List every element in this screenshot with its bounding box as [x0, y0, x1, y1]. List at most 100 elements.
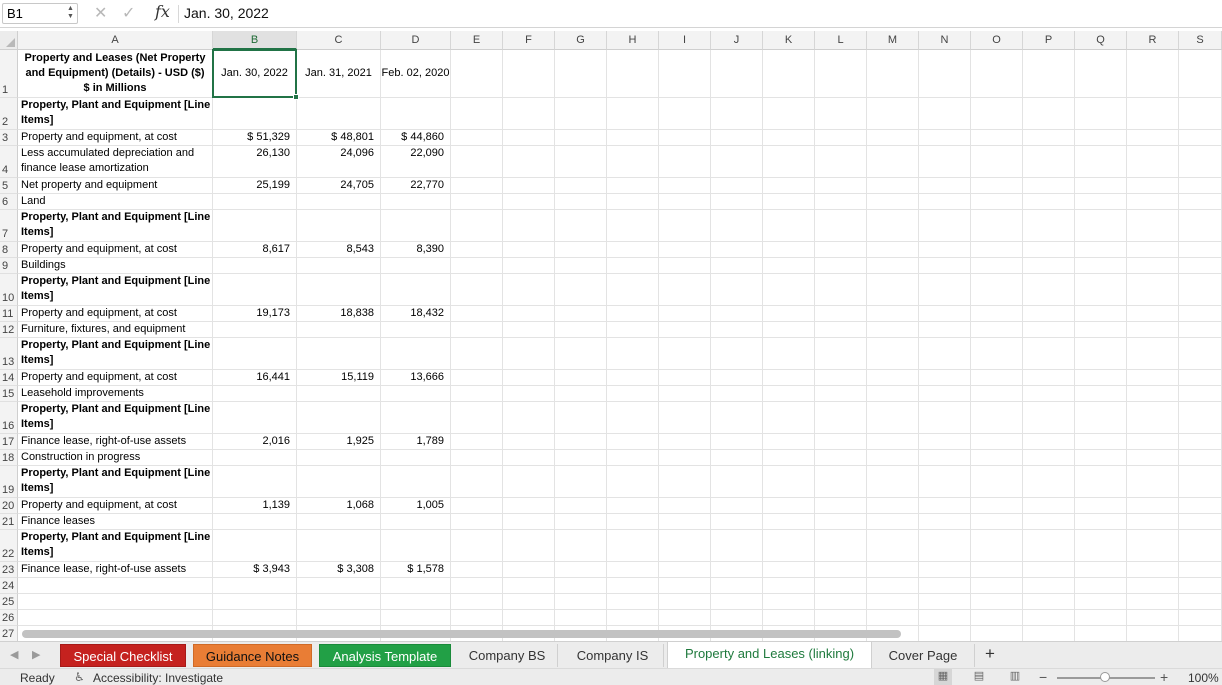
cell-e15[interactable] — [451, 386, 503, 402]
cell-j6[interactable] — [711, 194, 763, 210]
cell-f11[interactable] — [503, 306, 555, 322]
cell-i26[interactable] — [659, 610, 711, 626]
cell-j12[interactable] — [711, 322, 763, 338]
cell-b4[interactable]: 26,130 — [213, 146, 297, 178]
cell-h20[interactable] — [607, 498, 659, 514]
cell-l21[interactable] — [815, 514, 867, 530]
cell-e12[interactable] — [451, 322, 503, 338]
sheet-tab-property-and-leases-linking[interactable]: Property and Leases (linking) — [667, 642, 872, 668]
cell-r2[interactable] — [1127, 98, 1179, 130]
row-header[interactable]: 20 — [0, 498, 18, 514]
cell-d21[interactable] — [381, 514, 451, 530]
row-header[interactable]: 11 — [0, 306, 18, 322]
cell-m8[interactable] — [867, 242, 919, 258]
cell-m9[interactable] — [867, 258, 919, 274]
row-header[interactable]: 7 — [0, 210, 18, 242]
sheet-tab-company-bs[interactable]: Company BS — [457, 644, 558, 667]
cell-b14[interactable]: 16,441 — [213, 370, 297, 386]
cell-f19[interactable] — [503, 466, 555, 498]
row-header[interactable]: 9 — [0, 258, 18, 274]
cell-f18[interactable] — [503, 450, 555, 466]
cell-b20[interactable]: 1,139 — [213, 498, 297, 514]
cell-q26[interactable] — [1075, 610, 1127, 626]
cell-h5[interactable] — [607, 178, 659, 194]
column-header-b[interactable]: B — [213, 31, 297, 50]
cell-f4[interactable] — [503, 146, 555, 178]
cell-g8[interactable] — [555, 242, 607, 258]
cell-q4[interactable] — [1075, 146, 1127, 178]
row-header[interactable]: 14 — [0, 370, 18, 386]
row-header[interactable]: 10 — [0, 274, 18, 306]
cell-f14[interactable] — [503, 370, 555, 386]
row-header[interactable]: 4 — [0, 146, 18, 178]
row-header[interactable]: 24 — [0, 578, 18, 594]
cell-c12[interactable] — [297, 322, 381, 338]
cell-l5[interactable] — [815, 178, 867, 194]
cell-p10[interactable] — [1023, 274, 1075, 306]
row-header[interactable]: 1 — [0, 50, 18, 98]
cell-r14[interactable] — [1127, 370, 1179, 386]
cell-o11[interactable] — [971, 306, 1023, 322]
cell-p16[interactable] — [1023, 402, 1075, 434]
cell-a22[interactable]: Property, Plant and Equipment [Line Item… — [18, 530, 213, 562]
cell-q18[interactable] — [1075, 450, 1127, 466]
cell-c4[interactable]: 24,096 — [297, 146, 381, 178]
cell-r9[interactable] — [1127, 258, 1179, 274]
cell-c11[interactable]: 18,838 — [297, 306, 381, 322]
cell-i12[interactable] — [659, 322, 711, 338]
cell-k1[interactable] — [763, 50, 815, 98]
cell-i10[interactable] — [659, 274, 711, 306]
cell-m18[interactable] — [867, 450, 919, 466]
cell-k10[interactable] — [763, 274, 815, 306]
cell-m25[interactable] — [867, 594, 919, 610]
cell-f12[interactable] — [503, 322, 555, 338]
cell-s3[interactable] — [1179, 130, 1222, 146]
cell-f24[interactable] — [503, 578, 555, 594]
cell-f3[interactable] — [503, 130, 555, 146]
cell-n23[interactable] — [919, 562, 971, 578]
cell-n19[interactable] — [919, 466, 971, 498]
column-header-r[interactable]: R — [1127, 31, 1179, 50]
sheet-tab-guidance-notes[interactable]: Guidance Notes — [193, 644, 312, 667]
cell-p15[interactable] — [1023, 386, 1075, 402]
cell-i19[interactable] — [659, 466, 711, 498]
cell-a9[interactable]: Buildings — [18, 258, 213, 274]
cell-m21[interactable] — [867, 514, 919, 530]
cell-m20[interactable] — [867, 498, 919, 514]
cell-r19[interactable] — [1127, 466, 1179, 498]
cell-h8[interactable] — [607, 242, 659, 258]
cell-q2[interactable] — [1075, 98, 1127, 130]
cell-p3[interactable] — [1023, 130, 1075, 146]
cell-c1[interactable]: Jan. 31, 2021 — [297, 50, 381, 98]
cell-r27[interactable] — [1127, 626, 1179, 641]
column-header-d[interactable]: D — [381, 31, 451, 50]
column-header-i[interactable]: I — [659, 31, 711, 50]
cell-n27[interactable] — [919, 626, 971, 641]
cell-r12[interactable] — [1127, 322, 1179, 338]
cell-b10[interactable] — [213, 274, 297, 306]
fill-handle[interactable] — [293, 94, 299, 100]
cell-p13[interactable] — [1023, 338, 1075, 370]
sheet-tab-special-checklist[interactable]: Special Checklist — [60, 644, 186, 667]
cell-s6[interactable] — [1179, 194, 1222, 210]
cell-f6[interactable] — [503, 194, 555, 210]
cell-g19[interactable] — [555, 466, 607, 498]
cell-g17[interactable] — [555, 434, 607, 450]
name-box-stepper-icon[interactable]: ▲ ▼ — [66, 5, 75, 22]
cell-k13[interactable] — [763, 338, 815, 370]
cell-k8[interactable] — [763, 242, 815, 258]
cell-i7[interactable] — [659, 210, 711, 242]
select-all-corner[interactable] — [0, 31, 18, 50]
cell-c24[interactable] — [297, 578, 381, 594]
cell-q13[interactable] — [1075, 338, 1127, 370]
cell-j15[interactable] — [711, 386, 763, 402]
cell-b7[interactable] — [213, 210, 297, 242]
cell-p21[interactable] — [1023, 514, 1075, 530]
row-header[interactable]: 23 — [0, 562, 18, 578]
cell-j2[interactable] — [711, 98, 763, 130]
cell-n6[interactable] — [919, 194, 971, 210]
cell-b16[interactable] — [213, 402, 297, 434]
cell-f1[interactable] — [503, 50, 555, 98]
cell-m2[interactable] — [867, 98, 919, 130]
cell-f5[interactable] — [503, 178, 555, 194]
